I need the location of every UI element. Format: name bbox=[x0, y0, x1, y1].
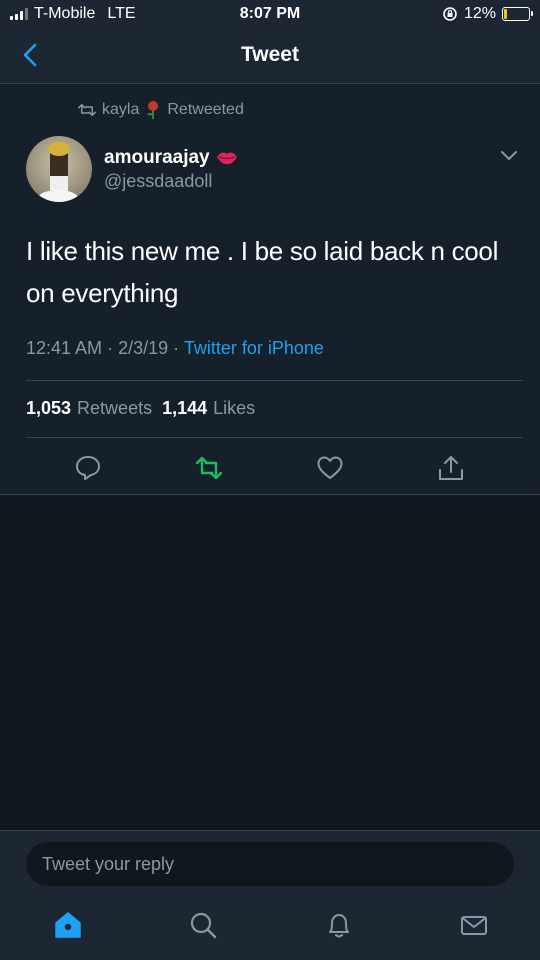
reply-input[interactable]: Tweet your reply bbox=[26, 842, 514, 886]
notifications-icon[interactable] bbox=[324, 910, 354, 940]
retweet-context[interactable]: kayla Retweeted bbox=[78, 100, 244, 120]
retweeted-label: Retweeted bbox=[167, 101, 244, 118]
retweets-label: Retweets bbox=[77, 398, 153, 418]
tweet-actions bbox=[0, 446, 540, 490]
divider bbox=[26, 437, 523, 438]
author-display-name: amouraajay bbox=[104, 147, 210, 168]
battery-fill bbox=[504, 9, 508, 19]
reply-bar: Tweet your reply bbox=[0, 830, 540, 891]
orientation-lock-icon bbox=[443, 7, 457, 21]
messages-icon[interactable] bbox=[459, 910, 489, 940]
search-icon[interactable] bbox=[188, 910, 218, 940]
tweet-stats: 1,053 Retweets 1,144 Likes bbox=[26, 398, 255, 419]
page-title: Tweet bbox=[241, 43, 299, 66]
likes-label: Likes bbox=[213, 398, 256, 418]
author-name[interactable]: amouraajay bbox=[104, 147, 238, 169]
retweets-stat[interactable]: 1,053 Retweets bbox=[26, 398, 152, 419]
retweet-icon[interactable] bbox=[195, 454, 223, 482]
author-handle[interactable]: @jessdaadoll bbox=[104, 171, 212, 192]
likes-stat[interactable]: 1,144 Likes bbox=[162, 398, 255, 419]
tweet-meta: 12:41 AM · 2/3/19 · Twitter for iPhone bbox=[26, 338, 324, 358]
tweet-detail: kayla Retweeted amouraajay @jessdaadoll … bbox=[0, 84, 540, 494]
share-icon[interactable] bbox=[437, 454, 465, 482]
tweet-time: 12:41 AM bbox=[26, 338, 103, 358]
nav-header: Tweet bbox=[0, 28, 540, 84]
divider bbox=[26, 380, 523, 381]
retweet-icon bbox=[78, 104, 96, 116]
retweets-count: 1,053 bbox=[26, 398, 72, 418]
tweet-date: 2/3/19 bbox=[118, 338, 169, 358]
likes-count: 1,144 bbox=[162, 398, 208, 418]
tweet-text: I like this new me . I be so laid back n… bbox=[26, 236, 499, 308]
retweeter-name: kayla bbox=[102, 101, 140, 118]
tweet-source-link[interactable]: Twitter for iPhone bbox=[184, 338, 324, 358]
chevron-down-icon[interactable] bbox=[500, 150, 518, 162]
kiss-lips-emoji-icon bbox=[216, 152, 237, 165]
home-icon[interactable] bbox=[53, 910, 83, 940]
battery-percent: 12% bbox=[463, 5, 496, 22]
status-bar: T-Mobile LTE 8:07 PM 12% bbox=[0, 0, 540, 28]
battery-icon bbox=[502, 7, 533, 21]
replies-area bbox=[0, 495, 540, 830]
like-heart-icon[interactable] bbox=[316, 454, 344, 482]
avatar[interactable] bbox=[26, 136, 92, 202]
reply-icon[interactable] bbox=[74, 454, 102, 482]
tab-bar bbox=[0, 890, 540, 960]
rose-emoji-icon bbox=[147, 101, 159, 119]
